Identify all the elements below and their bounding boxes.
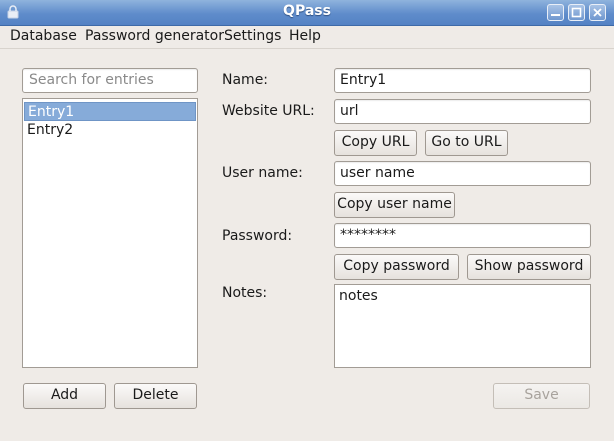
password-field[interactable]: ********: [334, 223, 591, 248]
password-label: Password:: [222, 228, 293, 244]
website-url-field[interactable]: url: [334, 99, 591, 124]
maximize-icon: [571, 7, 582, 18]
go-to-url-button[interactable]: Go to URL: [425, 130, 508, 156]
show-password-button[interactable]: Show password: [467, 254, 591, 280]
notes-field[interactable]: notes: [334, 284, 591, 368]
copy-password-button[interactable]: Copy password: [334, 254, 459, 280]
copy-url-button[interactable]: Copy URL: [334, 130, 417, 156]
minimize-icon: [551, 14, 560, 16]
list-item-entry1[interactable]: Entry1: [24, 102, 196, 121]
menu-help[interactable]: Help: [289, 28, 321, 44]
menu-database[interactable]: Database: [10, 28, 77, 44]
entries-list[interactable]: Entry1 Entry2: [22, 98, 198, 368]
menu-password-generator[interactable]: Password generator: [85, 28, 224, 44]
close-icon: [593, 8, 602, 17]
add-button[interactable]: Add: [23, 383, 106, 409]
list-item-entry2[interactable]: Entry2: [24, 121, 196, 140]
user-name-label: User name:: [222, 165, 303, 181]
window-title: QPass: [283, 3, 331, 19]
website-url-label: Website URL:: [222, 103, 315, 119]
name-label: Name:: [222, 72, 269, 88]
notes-label: Notes:: [222, 285, 268, 301]
search-input[interactable]: Search for entries: [22, 68, 198, 93]
save-button[interactable]: Save: [493, 383, 590, 409]
menu-settings[interactable]: Settings: [224, 28, 281, 44]
minimize-button[interactable]: [547, 4, 564, 21]
user-name-field[interactable]: user name: [334, 161, 591, 186]
delete-button[interactable]: Delete: [114, 383, 197, 409]
close-button[interactable]: [589, 4, 606, 21]
maximize-button[interactable]: [568, 4, 585, 21]
search-placeholder: Search for entries: [29, 72, 154, 88]
name-field[interactable]: Entry1: [334, 68, 591, 93]
copy-user-name-button[interactable]: Copy user name: [334, 192, 455, 218]
